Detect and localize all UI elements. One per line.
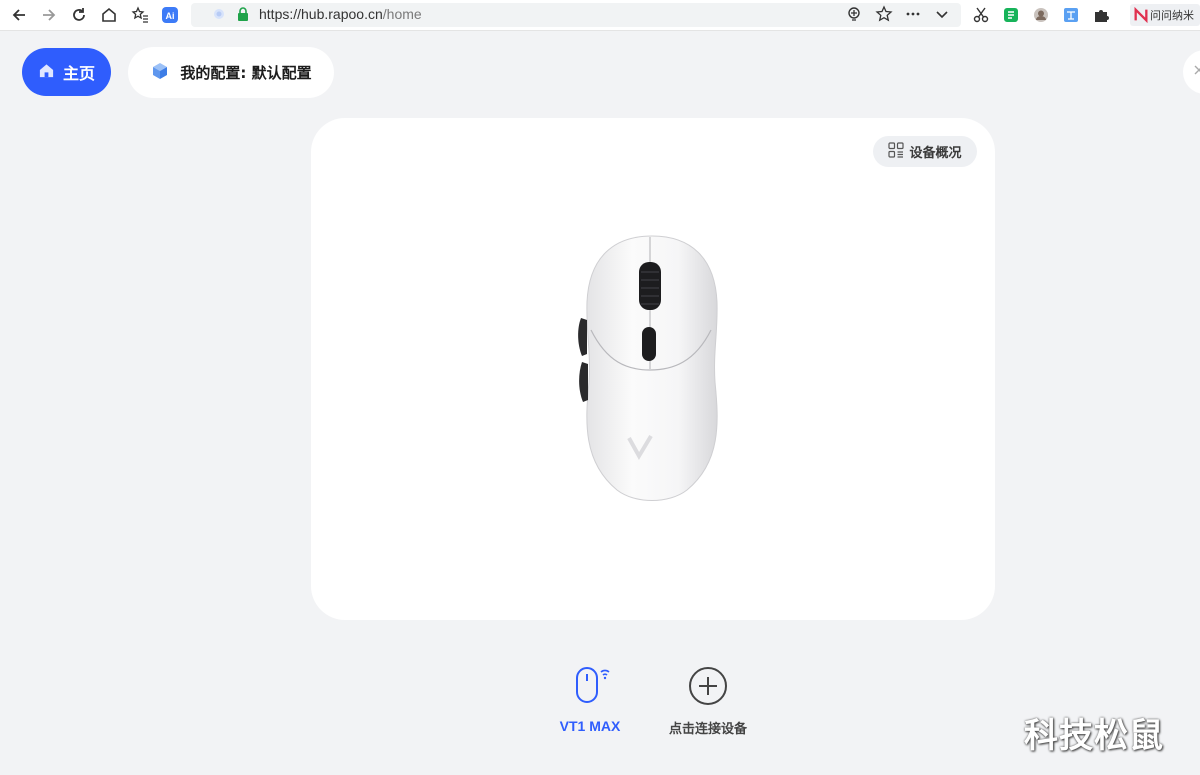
- cube-icon: [150, 61, 170, 85]
- more-icon[interactable]: [903, 4, 923, 24]
- add-circle-icon: [683, 662, 733, 710]
- grid-icon: [888, 141, 905, 162]
- home-icon[interactable]: [98, 4, 120, 26]
- side-toggle-icon: [1193, 64, 1200, 80]
- site-icon: [209, 4, 229, 24]
- device-overview-label: 设备概况: [909, 146, 962, 161]
- edge-side-button[interactable]: [1183, 50, 1200, 94]
- home-button[interactable]: 主页: [22, 48, 111, 96]
- home-button-label: 主页: [62, 64, 95, 83]
- mouse-image: [577, 232, 727, 504]
- device-overview-button[interactable]: 设备概况: [873, 136, 977, 167]
- config-button-label: 我的配置: 默认配置: [180, 64, 312, 82]
- extension-label[interactable]: 问问纳米: [1130, 4, 1200, 26]
- back-icon[interactable]: [8, 4, 30, 26]
- device-vt1-max[interactable]: VT1 MAX: [535, 662, 645, 742]
- lock-icon: [233, 4, 253, 24]
- nano-logo-icon: [1133, 6, 1149, 24]
- url-path: /home: [382, 6, 422, 22]
- reload-icon[interactable]: [68, 4, 90, 26]
- url-host: https://hub.rapoo.cn: [259, 6, 383, 22]
- config-button[interactable]: 我的配置: 默认配置: [128, 47, 334, 98]
- green-book-icon[interactable]: [1000, 4, 1022, 26]
- svg-text:Ai: Ai: [166, 11, 175, 21]
- watermark: 科技松鼠: [1024, 716, 1164, 756]
- device-name: VT1 MAX: [559, 718, 621, 734]
- connect-device-label: 点击连接设备: [668, 722, 747, 737]
- wireless-mouse-icon: [565, 662, 615, 710]
- star-icon[interactable]: [874, 4, 894, 24]
- address-bar[interactable]: https://hub.rapoo.cn/home: [191, 3, 961, 27]
- forward-icon[interactable]: [38, 4, 60, 26]
- url-text: https://hub.rapoo.cn/home: [259, 6, 422, 22]
- favorites-icon[interactable]: [129, 4, 151, 26]
- browser-toolbar: Ai https://hub.rapoo.cn/home 问问纳米: [0, 0, 1200, 31]
- house-icon: [38, 62, 55, 83]
- puzzle-icon[interactable]: [1090, 4, 1112, 26]
- ai-extension-icon[interactable]: Ai: [159, 4, 181, 26]
- extension-label-text: 问问纳米: [1150, 9, 1194, 22]
- translate-icon[interactable]: [1060, 4, 1082, 26]
- bulb-icon[interactable]: [844, 4, 864, 24]
- chevron-down-icon[interactable]: [932, 4, 952, 24]
- device-card: 设备概况: [311, 118, 995, 620]
- connect-device-button[interactable]: 点击连接设备: [653, 662, 763, 742]
- avatar-extension-icon[interactable]: [1030, 4, 1052, 26]
- scissors-icon[interactable]: [970, 4, 992, 26]
